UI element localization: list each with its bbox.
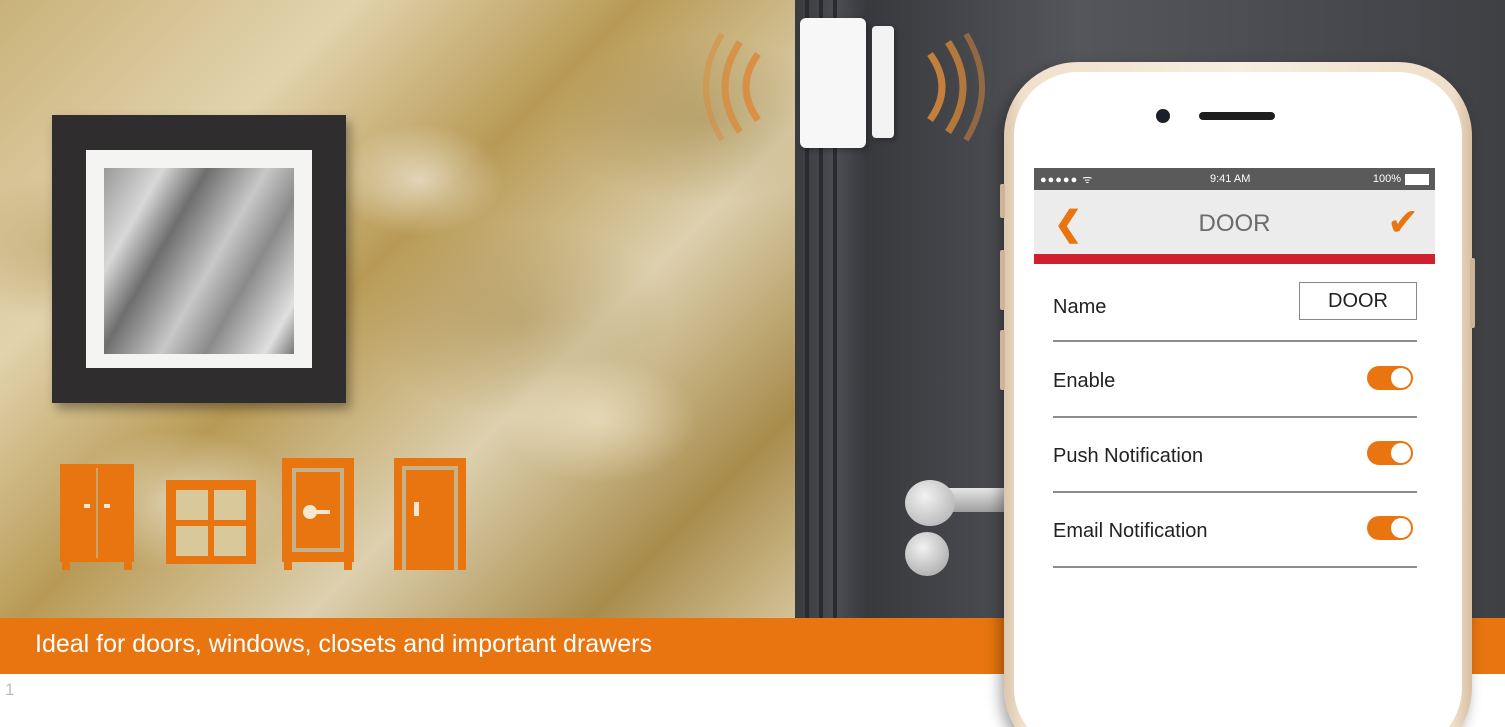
phone-side-button (1000, 184, 1005, 218)
confirm-check-icon[interactable]: ✔ (1387, 200, 1419, 245)
enable-label: Enable (1053, 370, 1116, 392)
header-divider (1034, 254, 1435, 264)
phone-volume-button (1000, 250, 1005, 310)
door-sensor-magnet (872, 26, 894, 138)
name-input[interactable] (1299, 282, 1417, 320)
use-case-icons (58, 458, 468, 570)
enable-toggle[interactable] (1367, 366, 1413, 390)
email-notification-toggle[interactable] (1367, 516, 1413, 540)
safe-icon (282, 458, 354, 570)
toggle-knob (1391, 368, 1411, 388)
toggle-knob (1391, 518, 1411, 538)
phone-screen: ●●●●● ᯤ 9:41 AM 100% ❮ DOOR ✔ Name Enabl… (1034, 168, 1435, 727)
name-row: Name (1053, 266, 1417, 342)
signal-indicator: ●●●●● ᯤ (1040, 174, 1094, 186)
signal-waves-left-icon (703, 32, 761, 142)
enable-row: Enable (1053, 342, 1417, 418)
door-sensor-device (800, 18, 866, 148)
push-notification-row: Push Notification (1053, 417, 1417, 493)
battery-percent: 100% (1372, 173, 1401, 185)
door-lock (905, 532, 949, 576)
nav-bar: ❮ DOOR ✔ (1034, 190, 1435, 254)
push-notification-label: Push Notification (1053, 445, 1204, 467)
closet-icon (60, 464, 134, 570)
toggle-knob (1391, 443, 1411, 463)
product-scene: Ideal for doors, windows, closets and im… (0, 0, 1505, 727)
status-bar: ●●●●● ᯤ 9:41 AM 100% (1034, 168, 1435, 190)
front-camera (1156, 109, 1170, 123)
email-notification-row: Email Notification (1053, 492, 1417, 568)
picture-photo (104, 168, 294, 354)
battery-icon (1405, 174, 1429, 185)
phone-volume-button-2 (1000, 330, 1005, 390)
window-icon (166, 480, 256, 564)
phone-power-button (1470, 258, 1475, 328)
signal-waves-right-icon (927, 32, 985, 142)
page-number: 1 (5, 680, 15, 699)
status-time: 9:41 AM (1210, 173, 1251, 185)
screen-title: DOOR (1198, 210, 1271, 237)
push-notification-toggle[interactable] (1367, 441, 1413, 465)
banner-caption: Ideal for doors, windows, closets and im… (35, 630, 652, 658)
email-notification-label: Email Notification (1053, 520, 1208, 542)
door-handle-rose (905, 480, 955, 526)
name-label: Name (1053, 296, 1107, 318)
door-icon (394, 458, 466, 570)
earpiece-speaker (1199, 112, 1275, 120)
